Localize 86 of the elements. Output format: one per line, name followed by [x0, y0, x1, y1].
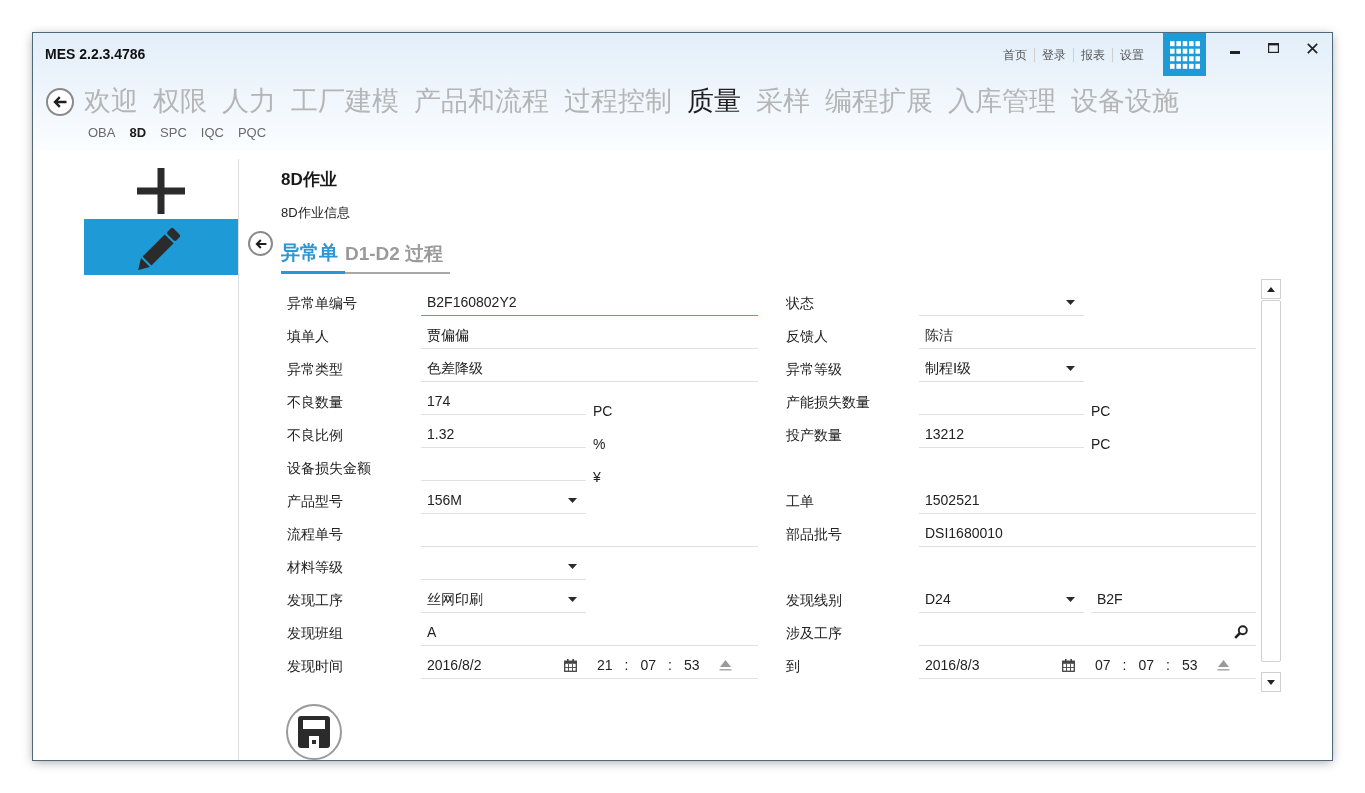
calendar-icon	[564, 658, 577, 672]
field-label: 部品批号	[786, 524, 843, 543]
dropdown[interactable]: 丝网印刷	[421, 586, 586, 613]
window-title: MES 2.2.3.4786	[45, 46, 146, 62]
spinner-up-icon[interactable]	[1217, 659, 1230, 671]
arrow-left-icon	[254, 238, 267, 249]
scroll-up-button[interactable]	[1261, 279, 1281, 299]
field-label: 产能损失数量	[786, 392, 871, 411]
caret-icon	[1066, 299, 1075, 305]
field-label: 流程单号	[287, 524, 344, 543]
field-label: 填单人	[287, 326, 330, 345]
back-button[interactable]	[46, 87, 74, 116]
triangle-down-icon	[1267, 679, 1275, 685]
dropdown[interactable]: D24	[919, 586, 1084, 613]
minimize-icon	[1229, 50, 1240, 54]
unit-label: PC	[1091, 401, 1111, 420]
back-button[interactable]	[248, 231, 273, 256]
date-picker[interactable]: 2016/8/3	[919, 652, 1084, 679]
caret-icon	[568, 596, 577, 602]
unit-label: %	[593, 434, 606, 453]
text-field[interactable]: 1502521	[919, 487, 1256, 514]
text-field[interactable]: 色差降级	[421, 355, 758, 382]
caret-icon	[1066, 596, 1075, 602]
field-label: 异常等级	[786, 359, 843, 378]
page-title: 8D作业	[281, 169, 338, 191]
caret-icon	[568, 563, 577, 569]
field-label: 材料等级	[287, 557, 344, 576]
save-button[interactable]	[286, 704, 342, 760]
dropdown[interactable]: 156M	[421, 487, 586, 514]
text-field[interactable]: B2F	[1091, 586, 1256, 613]
field-label: 发现工序	[287, 590, 344, 609]
field-label: 发现线别	[786, 590, 843, 609]
field-label: 状态	[786, 293, 815, 312]
triangle-up-icon	[1267, 286, 1275, 292]
scrollbar-thumb[interactable]	[1261, 300, 1281, 662]
field-label: 反馈人	[786, 326, 829, 345]
text-field[interactable]: A	[421, 619, 758, 646]
field-label: 发现时间	[287, 656, 344, 675]
text-field[interactable]: DSI1680010	[919, 520, 1256, 547]
sub-tab[interactable]: IQC	[200, 125, 224, 141]
unit-label: PC	[1091, 434, 1111, 453]
date-picker[interactable]: 2016/8/2	[421, 652, 586, 679]
scroll-down-button[interactable]	[1261, 672, 1281, 692]
field-label: 异常类型	[287, 359, 344, 378]
sub-tab[interactable]: 8D	[129, 125, 147, 141]
field-label: 设备损失金额	[287, 458, 372, 477]
text-field[interactable]: B2F160802Y2	[421, 289, 758, 316]
close-icon	[1307, 42, 1318, 54]
dropdown[interactable]: 制程Ⅰ级	[919, 355, 1084, 382]
unit-label: PC	[593, 401, 613, 420]
field-label: 产品型号	[287, 491, 344, 510]
apps-button[interactable]	[1163, 33, 1206, 76]
sub-tab[interactable]: OBA	[88, 125, 116, 141]
calendar-icon	[1062, 658, 1075, 672]
time-field[interactable]: 21 : 07 : 53	[586, 652, 758, 679]
unit-label: ¥	[593, 467, 601, 486]
field-label: 发现班组	[287, 623, 344, 642]
text-field[interactable]: 贾偏偏	[421, 322, 758, 349]
spinner-up-icon[interactable]	[719, 659, 732, 671]
top-link[interactable]: 首页	[996, 48, 1034, 62]
sub-tab[interactable]: PQC	[237, 125, 267, 141]
field-label: 涉及工序	[786, 623, 843, 642]
field-label: 不良数量	[287, 392, 344, 411]
field-label: 投产数量	[786, 425, 843, 444]
module-tab[interactable]: 质量	[687, 85, 741, 118]
caret-icon	[568, 497, 577, 503]
search-icon[interactable]	[1234, 625, 1248, 639]
field-label: 工单	[786, 491, 815, 510]
sub-tab[interactable]: SPC	[160, 125, 187, 141]
maximize-icon	[1268, 43, 1279, 53]
time-field[interactable]: 07 : 07 : 53	[1084, 652, 1256, 679]
text-field[interactable]: 174	[421, 388, 586, 415]
field-label: 到	[786, 656, 801, 675]
grid-icon	[1169, 40, 1200, 69]
caret-icon	[1066, 365, 1075, 371]
field-label: 异常单编号	[287, 293, 358, 312]
top-link[interactable]: 报表	[1073, 48, 1112, 62]
field-label: 不良比例	[287, 425, 344, 444]
plus-icon	[137, 168, 185, 214]
top-link[interactable]: 设置	[1112, 48, 1151, 62]
text-field[interactable]: 1.32	[421, 421, 586, 448]
top-link[interactable]: 登录	[1034, 48, 1073, 62]
arrow-left-icon	[53, 95, 67, 108]
text-field[interactable]: 13212	[919, 421, 1084, 448]
text-field[interactable]: 陈洁	[919, 322, 1256, 349]
page-subtitle: 8D作业信息	[281, 204, 351, 222]
